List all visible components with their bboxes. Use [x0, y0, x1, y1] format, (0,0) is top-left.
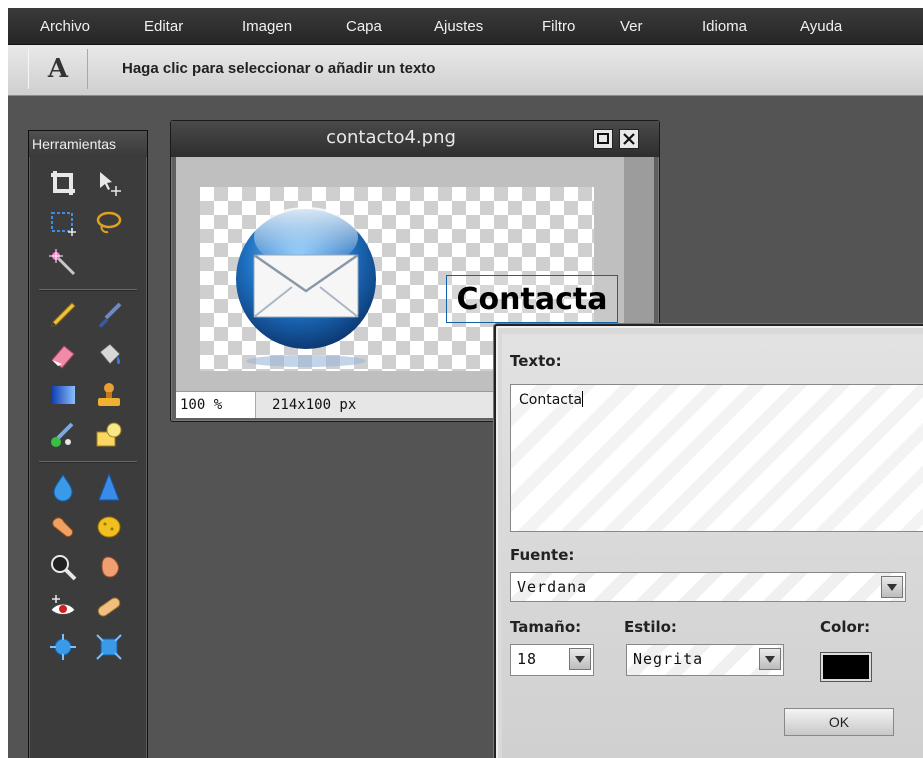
- image-titlebar[interactable]: contacto4.png: [171, 121, 659, 157]
- clone-stamp-icon[interactable]: [91, 377, 127, 413]
- close-icon[interactable]: [619, 129, 639, 149]
- text-caret: [582, 391, 584, 407]
- text-label: Texto:: [510, 352, 562, 370]
- type-tool-icon[interactable]: A: [28, 49, 88, 89]
- chevron-down-icon[interactable]: [759, 648, 781, 670]
- text-input[interactable]: Contacta: [510, 384, 923, 532]
- tool-hint: Haga clic para seleccionar o añadir un t…: [122, 60, 436, 77]
- sharpen-icon[interactable]: [91, 469, 127, 505]
- red-eye-icon[interactable]: [45, 589, 81, 625]
- brush-icon[interactable]: [91, 297, 127, 333]
- tool-options-bar: A Haga clic para seleccionar o añadir un…: [8, 45, 923, 96]
- crop-icon[interactable]: [45, 165, 81, 201]
- chevron-down-icon[interactable]: [881, 576, 903, 598]
- hand-icon[interactable]: [91, 549, 127, 585]
- menu-bar: Archivo Editar Imagen Capa Ajustes Filtr…: [8, 8, 923, 45]
- pencil-icon[interactable]: [45, 297, 81, 333]
- menu-filtro[interactable]: Filtro: [542, 18, 575, 35]
- text-dialog-body: Texto: Contacta Fuente: Verdana Tamaño: …: [502, 334, 923, 758]
- zoom-icon[interactable]: [45, 549, 81, 585]
- menu-imagen[interactable]: Imagen: [242, 18, 292, 35]
- color-swatch[interactable]: [820, 652, 872, 682]
- style-select-value: Negrita: [633, 650, 704, 668]
- image-size-readout: 214x100 px: [272, 397, 357, 413]
- shape-icon[interactable]: [91, 417, 127, 453]
- marquee-icon[interactable]: [45, 205, 81, 241]
- style-select[interactable]: Negrita: [626, 644, 784, 676]
- magic-wand-icon[interactable]: [45, 245, 81, 281]
- envelope-icon: [236, 207, 376, 367]
- text-layer[interactable]: Contacta: [446, 275, 618, 323]
- pinch-icon[interactable]: [91, 629, 127, 665]
- chevron-down-icon[interactable]: [569, 648, 591, 670]
- zoom-field[interactable]: 100 %: [176, 392, 256, 418]
- maximize-icon[interactable]: [593, 129, 613, 149]
- image-title: contacto4.png: [326, 127, 456, 148]
- paint-bucket-icon[interactable]: [91, 337, 127, 373]
- size-label: Tamaño:: [510, 618, 582, 636]
- menu-editar[interactable]: Editar: [144, 18, 183, 35]
- spot-heal-icon[interactable]: [91, 589, 127, 625]
- size-select-value: 18: [517, 650, 538, 668]
- text-input-value: Contacta: [519, 392, 583, 408]
- size-select[interactable]: 18: [510, 644, 594, 676]
- tools-panel: Herramientas: [28, 130, 148, 758]
- menu-archivo[interactable]: Archivo: [40, 18, 90, 35]
- menu-idioma[interactable]: Idioma: [702, 18, 747, 35]
- tools-divider: [39, 461, 137, 463]
- font-label: Fuente:: [510, 546, 575, 564]
- menu-capa[interactable]: Capa: [346, 18, 382, 35]
- text-dialog: Texto: Contacta Fuente: Verdana Tamaño: …: [494, 324, 923, 758]
- tools-panel-title[interactable]: Herramientas: [29, 131, 147, 157]
- sponge-icon[interactable]: [91, 509, 127, 545]
- eraser-icon[interactable]: [45, 337, 81, 373]
- lasso-icon[interactable]: [91, 205, 127, 241]
- color-label: Color:: [820, 618, 871, 636]
- blur-icon[interactable]: [45, 469, 81, 505]
- smudge-icon[interactable]: [45, 509, 81, 545]
- menu-ayuda[interactable]: Ayuda: [800, 18, 842, 35]
- style-label: Estilo:: [624, 618, 677, 636]
- color-swatch-fill: [823, 655, 869, 679]
- gradient-icon[interactable]: [45, 377, 81, 413]
- font-select-value: Verdana: [517, 578, 588, 596]
- move-icon[interactable]: [91, 165, 127, 201]
- menu-ajustes[interactable]: Ajustes: [434, 18, 483, 35]
- menu-ver[interactable]: Ver: [620, 18, 643, 35]
- color-replace-icon[interactable]: [45, 417, 81, 453]
- ok-button[interactable]: OK: [784, 708, 894, 736]
- bloat-icon[interactable]: [45, 629, 81, 665]
- app-window: Archivo Editar Imagen Capa Ajustes Filtr…: [8, 8, 923, 758]
- font-select[interactable]: Verdana: [510, 572, 906, 602]
- tools-divider: [39, 289, 137, 291]
